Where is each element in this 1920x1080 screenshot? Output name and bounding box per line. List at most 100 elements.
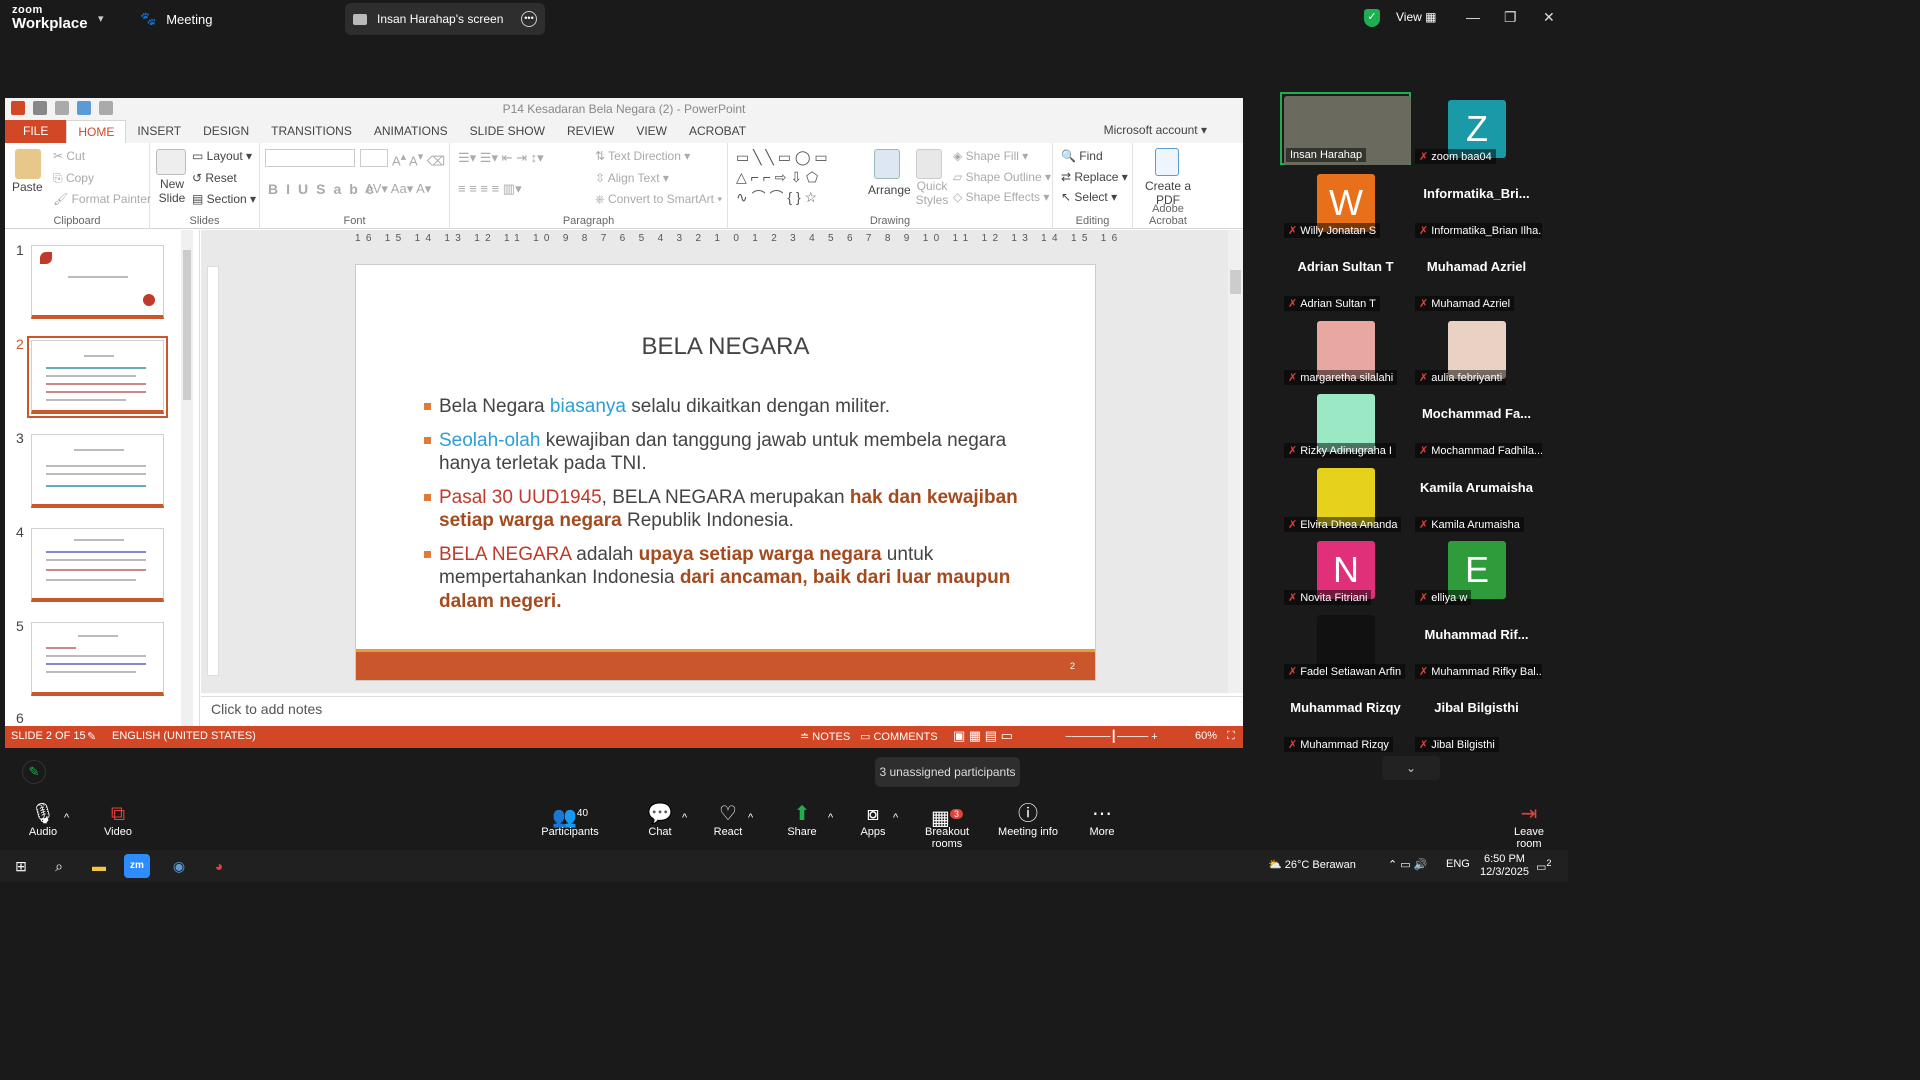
slide-thumbnail[interactable] xyxy=(31,434,164,508)
participant-tile[interactable]: Informatika_Bri... ✗ Informatika_Brian Ilh… xyxy=(1411,165,1542,239)
tab-file[interactable]: FILE xyxy=(5,120,67,143)
breakout-rooms-button[interactable]: ▦ 3 Breakout rooms xyxy=(910,802,984,850)
slide-thumbnail[interactable] xyxy=(31,622,164,696)
leave-room-button[interactable]: ⇥ Leave room xyxy=(1500,802,1558,850)
reset-button[interactable]: ↺ Reset xyxy=(192,171,237,185)
undo-icon[interactable] xyxy=(55,101,69,115)
spellcheck-icon[interactable]: ✎ xyxy=(87,730,96,743)
view-buttons[interactable]: ▣ ▦ ▤ ▭ xyxy=(953,728,1013,744)
windows-start-icon[interactable]: ⊞ xyxy=(8,854,34,878)
create-pdf-icon[interactable] xyxy=(1155,148,1179,176)
participant-tile[interactable]: W ✗ Willy Jonatan S xyxy=(1280,165,1411,239)
participant-tile[interactable]: ✗ Fadel Setiawan Arfin xyxy=(1280,606,1411,680)
align-text-button[interactable]: ⇳ Align Text ▾ xyxy=(595,171,669,185)
gallery-next-page-button[interactable]: ⌄ xyxy=(1382,756,1440,780)
zoom-app-icon[interactable]: zm xyxy=(124,854,150,878)
participant-tile[interactable]: Insan Harahap xyxy=(1280,92,1411,165)
apps-button[interactable]: ⧇ Apps xyxy=(855,802,891,838)
new-slide-icon[interactable] xyxy=(156,149,186,175)
font-name-select[interactable] xyxy=(265,149,355,167)
tray-icons[interactable]: ⌃ ▭ 🔊 xyxy=(1388,858,1427,871)
zoom-slider[interactable]: −─────┃──── + xyxy=(1065,730,1158,743)
scroll-thumb[interactable] xyxy=(183,250,191,400)
slide-thumbnail[interactable] xyxy=(31,245,164,319)
format-painter-button[interactable]: 🖌 Format Painter xyxy=(53,192,151,206)
tab-acrobat[interactable]: ACROBAT xyxy=(678,120,757,143)
copy-button[interactable]: ⎘ Copy xyxy=(53,171,94,186)
file-explorer-icon[interactable]: ▬ xyxy=(86,854,112,878)
chevron-down-icon[interactable]: ▾ xyxy=(98,12,104,25)
slide-title[interactable]: BELA NEGARA xyxy=(356,333,1095,361)
react-button[interactable]: ♡ React xyxy=(708,802,748,838)
quick-styles-icon[interactable] xyxy=(916,149,942,179)
paste-icon[interactable] xyxy=(15,149,41,179)
shape-fill-button[interactable]: ◈ Shape Fill ▾ xyxy=(953,149,1028,163)
alignment-buttons[interactable]: ≡ ≡ ≡ ≡ ▥▾ xyxy=(458,181,522,197)
share-button[interactable]: ⬆ Share xyxy=(782,802,822,838)
arrange-button[interactable]: Arrange xyxy=(868,183,911,197)
tab-view[interactable]: VIEW xyxy=(625,120,678,143)
notes-pane[interactable]: Click to add notes xyxy=(201,696,1243,725)
annotate-icon[interactable]: ✎ xyxy=(22,760,46,784)
close-icon[interactable]: ✕ xyxy=(1543,9,1555,26)
thumbnail-scrollbar[interactable] xyxy=(181,230,193,727)
participant-tile[interactable]: ✗ aulia febriyanti xyxy=(1411,312,1542,386)
participant-tile[interactable]: Adrian Sultan T ✗ Adrian Sultan T xyxy=(1280,239,1411,312)
share-options-caret[interactable]: ^ xyxy=(828,812,833,824)
font-size-select[interactable] xyxy=(360,149,388,167)
paste-button[interactable]: Paste xyxy=(12,180,43,194)
replace-button[interactable]: ⇄ Replace ▾ xyxy=(1061,170,1128,184)
app-icon[interactable]: ◉ xyxy=(166,854,192,878)
meeting-tab[interactable]: 🐾 Meeting xyxy=(140,11,212,27)
char-spacing-case-buttons[interactable]: AV▾ Aa▾ A▾ xyxy=(365,181,431,197)
chat-button[interactable]: 💬 Chat xyxy=(640,802,680,838)
view-button[interactable]: View ▦ xyxy=(1396,10,1436,24)
tab-design[interactable]: DESIGN xyxy=(192,120,260,143)
apps-options-caret[interactable]: ^ xyxy=(893,812,898,824)
participant-tile[interactable]: Jibal Bilgisthi ✗ Jibal Bilgisthi xyxy=(1411,680,1542,753)
participants-button[interactable]: 👥40 Participants xyxy=(540,802,600,838)
minimize-icon[interactable]: — xyxy=(1466,9,1480,25)
participant-tile[interactable]: Muhammad Rif... ✗ Muhammad Rifky Bal... xyxy=(1411,606,1542,680)
start-slideshow-icon[interactable] xyxy=(99,101,113,115)
zoom-level[interactable]: 60% xyxy=(1195,730,1217,742)
save-icon[interactable] xyxy=(33,101,47,115)
participant-tile[interactable]: Mochammad Fa... ✗ Mochammad Fadhila... xyxy=(1411,386,1542,459)
input-language[interactable]: ENG xyxy=(1446,858,1470,870)
audio-options-caret[interactable]: ^ xyxy=(64,812,69,824)
participant-tile[interactable]: E ✗ elliya w xyxy=(1411,533,1542,606)
select-button[interactable]: ↖ Select ▾ xyxy=(1061,190,1117,204)
search-icon[interactable]: ⌕ xyxy=(46,854,72,878)
slide-thumbnail-selected[interactable] xyxy=(27,336,168,418)
tab-review[interactable]: REVIEW xyxy=(556,120,625,143)
scroll-thumb[interactable] xyxy=(1230,270,1241,294)
font-size-controls[interactable]: A▴ A▾ ⌫ xyxy=(392,150,445,169)
tab-home[interactable]: HOME xyxy=(66,120,127,143)
video-button[interactable]: ⧉ Video xyxy=(100,802,136,838)
section-button[interactable]: ▤ Section ▾ xyxy=(192,192,256,206)
shapes-gallery[interactable]: ▭ ╲ ╲ ▭ ◯ ▭ △ ⌐ ⌐ ⇨ ⇩ ⬠ ∿ ⌒ ⌒ { } ☆ xyxy=(736,147,861,207)
maximize-icon[interactable]: ❐ xyxy=(1504,9,1517,26)
text-direction-button[interactable]: ⇅ Text Direction ▾ xyxy=(595,149,690,163)
fit-slide-icon[interactable]: ⛶ xyxy=(1227,730,1235,743)
more-button[interactable]: ⋯ More xyxy=(1084,802,1120,838)
chrome-icon[interactable]: ◕ xyxy=(206,854,232,878)
arrange-icon[interactable] xyxy=(874,149,900,179)
participant-tile[interactable]: Muhamad Azriel ✗ Muhamad Azriel xyxy=(1411,239,1542,312)
participant-tile[interactable]: Muhammad Rizqy ✗ Muhammad Rizqy xyxy=(1280,680,1411,753)
language-indicator[interactable]: ENGLISH (UNITED STATES) xyxy=(112,730,256,742)
slide-thumbnail[interactable] xyxy=(31,528,164,602)
tab-insert[interactable]: INSERT xyxy=(126,120,192,143)
tab-transitions[interactable]: TRANSITIONS xyxy=(260,120,363,143)
convert-smartart-button[interactable]: ⎈ Convert to SmartArt ▾ xyxy=(595,192,722,207)
participant-tile[interactable]: Z ✗ zoom baa04 xyxy=(1411,92,1542,165)
participant-tile[interactable]: ✗ Elvira Dhea Ananda xyxy=(1280,459,1411,533)
notes-button[interactable]: ≐ NOTES xyxy=(800,730,850,743)
list-indent-buttons[interactable]: ☰▾ ☰▾ ⇤ ⇥ ↕▾ xyxy=(458,150,544,166)
participant-tile[interactable]: ✗ margaretha silalahi xyxy=(1280,312,1411,386)
participant-tile[interactable]: Kamila Arumaisha ✗ Kamila Arumaisha xyxy=(1411,459,1542,533)
slide-bullets[interactable]: Bela Negara biasanya selalu dikaitkan de… xyxy=(424,395,1044,623)
new-slide-button[interactable]: New Slide xyxy=(156,177,188,205)
layout-button[interactable]: ▭ Layout ▾ xyxy=(192,149,252,163)
account-menu[interactable]: Microsoft account ▾ xyxy=(1104,123,1207,137)
